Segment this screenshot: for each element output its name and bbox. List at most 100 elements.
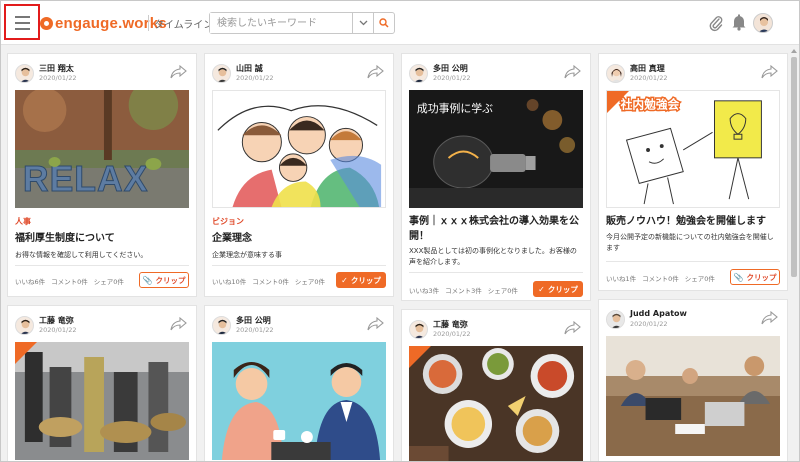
author-name[interactable]: 山田 誠 xyxy=(236,63,263,74)
author-avatar[interactable] xyxy=(409,320,428,339)
paperclip-icon[interactable] xyxy=(707,14,725,32)
post-date: 2020/01/22 xyxy=(236,326,274,334)
divider xyxy=(15,265,189,266)
divider xyxy=(606,261,780,262)
post-card[interactable]: 工藤 竜弥 2020/01/22 xyxy=(401,309,591,461)
search-button[interactable] xyxy=(373,13,394,33)
author-name[interactable]: 高田 真理 xyxy=(630,63,665,74)
author-avatar[interactable] xyxy=(15,316,34,335)
post-title[interactable]: 事例｜ｘｘｘ株式会社の導入効果を公開！ xyxy=(409,214,583,244)
author-name[interactable]: 工藤 竜弥 xyxy=(433,319,468,330)
author-name[interactable]: Judd Apatow xyxy=(630,309,687,318)
like-count[interactable]: いいね1件 xyxy=(606,275,636,283)
office-laptops-photo[interactable] xyxy=(606,336,780,456)
comment-count[interactable]: コメント0件 xyxy=(252,278,289,286)
divider xyxy=(212,265,386,266)
lightbulb-photo[interactable]: 成功事例に学ぶ xyxy=(409,90,583,208)
top-header: engauge.works タイムライン xyxy=(1,1,799,45)
scrollbar-thumb[interactable] xyxy=(791,57,797,277)
share-icon[interactable] xyxy=(367,65,384,79)
post-card[interactable]: 山田 誠 2020/01/22 ビジョン 企業理念 企業理念が意味する事 いいね… xyxy=(204,53,394,297)
vertical-scrollbar[interactable] xyxy=(789,46,799,461)
clip-label: クリップ xyxy=(547,284,578,294)
post-stats: いいね10件 コメント0件 シェア0件 xyxy=(212,276,331,286)
search-icon xyxy=(379,18,389,28)
comment-count[interactable]: コメント3件 xyxy=(445,287,482,295)
relax-letters-photo[interactable]: RELAX xyxy=(15,90,189,208)
machine-tools-photo[interactable] xyxy=(15,342,189,460)
share-icon[interactable] xyxy=(367,317,384,331)
post-date: 2020/01/22 xyxy=(39,326,77,334)
post-header: 山田 誠 2020/01/22 xyxy=(212,63,386,85)
like-count[interactable]: いいね3件 xyxy=(409,287,439,295)
share-count[interactable]: シェア0件 xyxy=(685,275,715,283)
study-session-illustration[interactable]: 社内勉強会 xyxy=(606,90,780,208)
post-header: 工藤 竜弥 2020/01/22 xyxy=(15,315,189,337)
family-drawing-illustration[interactable] xyxy=(212,90,386,208)
bell-icon[interactable] xyxy=(731,13,747,31)
post-category[interactable]: ビジョン xyxy=(212,216,244,227)
scroll-up-icon[interactable] xyxy=(791,49,797,53)
share-icon[interactable] xyxy=(761,311,778,325)
like-count[interactable]: いいね6件 xyxy=(15,278,45,286)
post-header: 工藤 竜弥 2020/01/22 xyxy=(409,319,583,341)
post-card[interactable]: 高田 真理 2020/01/22 社内勉強会 販売ノウハウ！勉強会を開催します … xyxy=(598,53,788,291)
clip-label: クリップ xyxy=(746,272,777,282)
comment-count[interactable]: コメント0件 xyxy=(51,278,88,286)
share-icon[interactable] xyxy=(170,65,187,79)
share-count[interactable]: シェア0件 xyxy=(488,287,518,295)
image-caption: 成功事例に学ぶ xyxy=(417,101,493,115)
author-avatar[interactable] xyxy=(409,64,428,83)
clip-button[interactable]: 📎 クリップ xyxy=(139,272,189,288)
search-box xyxy=(209,12,395,34)
share-count[interactable]: シェア0件 xyxy=(94,278,124,286)
author-avatar[interactable] xyxy=(15,64,34,83)
post-date: 2020/01/22 xyxy=(630,320,668,328)
svg-text:RELAX: RELAX xyxy=(23,159,149,199)
post-category[interactable]: 人事 xyxy=(15,216,31,227)
author-name[interactable]: 三田 翔太 xyxy=(39,63,74,74)
clip-label: クリップ xyxy=(350,275,381,285)
post-header: 高田 真理 2020/01/22 xyxy=(606,63,780,85)
post-title[interactable]: 企業理念 xyxy=(212,231,386,246)
nav-timeline[interactable]: タイムライン xyxy=(154,16,213,31)
post-card[interactable]: 多田 公明 2020/01/22 xyxy=(204,305,394,461)
author-avatar[interactable] xyxy=(606,310,625,329)
share-icon[interactable] xyxy=(761,65,778,79)
share-icon[interactable] xyxy=(564,65,581,79)
post-header: 三田 翔太 2020/01/22 xyxy=(15,63,189,85)
divider xyxy=(409,272,583,273)
search-scope-dropdown[interactable] xyxy=(352,13,373,33)
post-title[interactable]: 販売ノウハウ！勉強会を開催します xyxy=(606,214,780,229)
author-name[interactable]: 多田 公明 xyxy=(433,63,468,74)
clip-button[interactable]: ✓ クリップ xyxy=(336,272,386,288)
post-title[interactable]: 福利厚生制度について xyxy=(15,231,189,246)
post-card[interactable]: 多田 公明 2020/01/22 成功事例に学ぶ 事例｜ｘｘｘ株式会社の導入効果… xyxy=(401,53,591,301)
post-description: 企業理念が意味する事 xyxy=(212,251,282,259)
author-name[interactable]: 多田 公明 xyxy=(236,315,271,326)
author-avatar[interactable] xyxy=(606,64,625,83)
comment-count[interactable]: コメント0件 xyxy=(642,275,679,283)
post-card[interactable]: 三田 翔太 2020/01/22 RELAX 人事 福利厚生制度について お得な… xyxy=(7,53,197,297)
post-stats: いいね6件 コメント0件 シェア0件 xyxy=(15,276,130,286)
post-card[interactable]: Judd Apatow 2020/01/22 xyxy=(598,299,788,461)
post-description: 今月公開予定の新機能についての社内勉強会を開催します xyxy=(606,233,774,252)
author-name[interactable]: 工藤 竜弥 xyxy=(39,315,74,326)
post-date: 2020/01/22 xyxy=(433,330,471,338)
search-input[interactable] xyxy=(210,13,352,33)
paperclip-icon: 📎 xyxy=(733,272,744,282)
post-card[interactable]: 工藤 竜弥 2020/01/22 xyxy=(7,305,197,461)
share-count[interactable]: シェア0件 xyxy=(295,278,325,286)
clip-button[interactable]: 📎 クリップ xyxy=(730,269,780,285)
food-table-photo[interactable] xyxy=(409,346,583,461)
author-avatar[interactable] xyxy=(212,316,231,335)
meeting-illustration[interactable] xyxy=(212,342,386,460)
author-avatar[interactable] xyxy=(212,64,231,83)
user-avatar[interactable] xyxy=(753,13,773,33)
share-icon[interactable] xyxy=(564,321,581,335)
clip-button[interactable]: ✓ クリップ xyxy=(533,281,583,297)
post-description: XXX製品としては初の事例化となりました。お客様の声を紹介します。 xyxy=(409,247,577,266)
hamburger-menu-icon[interactable] xyxy=(4,4,40,40)
like-count[interactable]: いいね10件 xyxy=(212,278,246,286)
share-icon[interactable] xyxy=(170,317,187,331)
